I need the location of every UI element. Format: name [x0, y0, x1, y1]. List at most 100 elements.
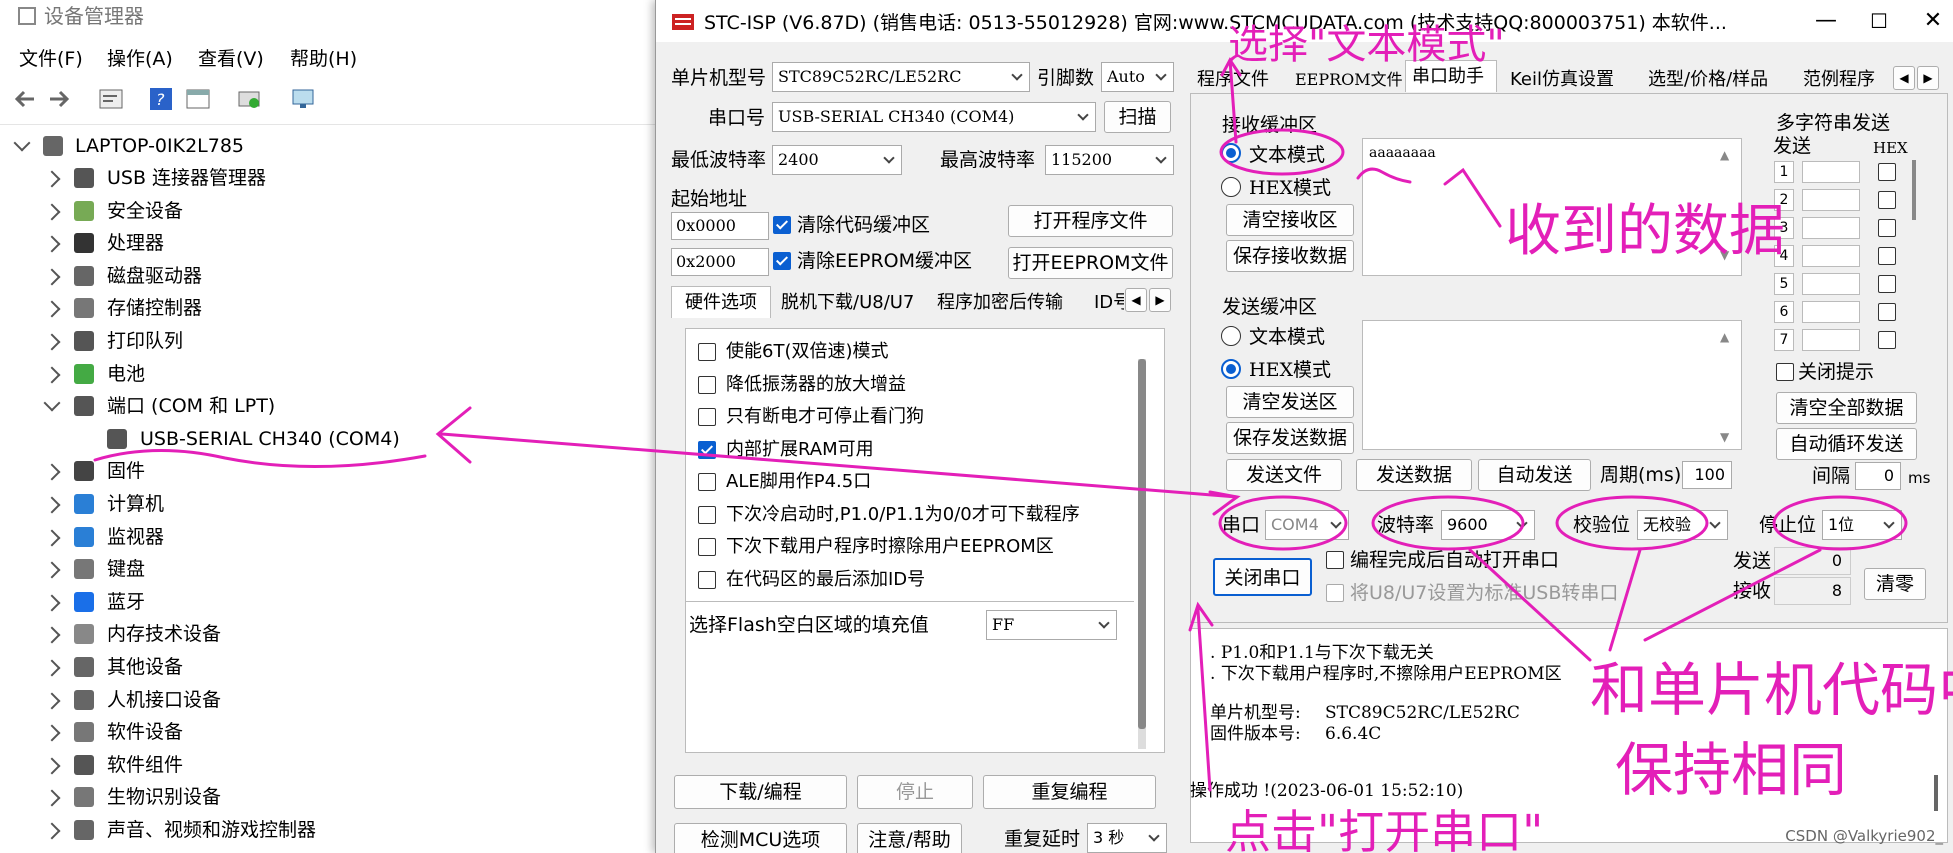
recv-textarea[interactable]: aaaaaaaa: [1362, 138, 1742, 276]
back-arrow-icon[interactable]: [12, 87, 38, 111]
option-checkbox[interactable]: [698, 473, 716, 491]
option-checkbox[interactable]: [698, 538, 716, 556]
interval-input[interactable]: 0: [1855, 462, 1901, 490]
multi-row-hex-checkbox[interactable]: [1878, 191, 1896, 209]
chevron-right-icon[interactable]: [43, 496, 61, 514]
multi-row-input[interactable]: [1802, 329, 1860, 351]
options-scrollbar[interactable]: [1138, 359, 1146, 749]
menu-action[interactable]: 操作(A): [107, 46, 173, 72]
send-textarea[interactable]: [1362, 320, 1742, 450]
save-send-button[interactable]: 保存发送数据: [1226, 422, 1354, 454]
close-window-button[interactable]: ✕: [1913, 6, 1953, 36]
close-port-button[interactable]: 关闭串口: [1213, 558, 1312, 596]
download-program-button[interactable]: 下载/编程: [674, 775, 847, 809]
chevron-right-icon[interactable]: [43, 561, 61, 579]
chevron-right-icon[interactable]: [43, 757, 61, 775]
forward-arrow-icon[interactable]: [46, 87, 72, 111]
multi-row-hex-checkbox[interactable]: [1878, 331, 1896, 349]
tab-keil-settings[interactable]: Keil仿真设置: [1510, 64, 1614, 96]
baud-select[interactable]: 9600: [1441, 510, 1535, 540]
chevron-right-icon[interactable]: [43, 463, 61, 481]
right-tab-scroll-right-button[interactable]: ▶: [1917, 66, 1939, 90]
scan-button[interactable]: 扫描: [1104, 101, 1171, 133]
chevron-right-icon[interactable]: [43, 366, 61, 384]
multi-row-number[interactable]: 1: [1774, 161, 1794, 183]
clear-all-button[interactable]: 清空全部数据: [1776, 392, 1917, 424]
log-scrollbar[interactable]: [1934, 775, 1938, 811]
chevron-right-icon[interactable]: [43, 692, 61, 710]
open-program-button[interactable]: 打开程序文件: [1008, 205, 1173, 237]
usb-serial-checkbox[interactable]: [1326, 584, 1344, 602]
tab-example-programs[interactable]: 范例程序: [1803, 64, 1875, 96]
send-data-button[interactable]: 发送数据: [1356, 459, 1472, 491]
clear-eeprom-checkbox[interactable]: [773, 252, 791, 270]
max-baud-select[interactable]: 115200: [1045, 145, 1174, 175]
multi-row-number[interactable]: 5: [1774, 273, 1794, 295]
right-tab-scroll-left-button[interactable]: ◀: [1893, 66, 1915, 90]
tab-scroll-left-button[interactable]: ◀: [1125, 288, 1147, 312]
parity-select[interactable]: 无校验: [1637, 510, 1728, 540]
option-checkbox[interactable]: [698, 505, 716, 524]
min-baud-select[interactable]: 2400: [772, 145, 902, 175]
option-checkbox[interactable]: [698, 570, 716, 589]
multi-row-number[interactable]: 4: [1774, 245, 1794, 267]
option-checkbox[interactable]: [698, 440, 716, 459]
chevron-right-icon[interactable]: [43, 170, 61, 188]
option-checkbox[interactable]: [698, 408, 716, 426]
period-input[interactable]: 100: [1682, 461, 1732, 489]
multi-row-hex-checkbox[interactable]: [1878, 163, 1896, 181]
menu-file[interactable]: 文件(F): [19, 46, 83, 72]
chevron-right-icon[interactable]: [43, 789, 61, 807]
addr1-input[interactable]: 0x0000: [671, 212, 769, 240]
multi-row-hex-checkbox[interactable]: [1878, 275, 1896, 293]
properties-icon[interactable]: [98, 87, 124, 111]
maximize-button[interactable]: ☐: [1859, 6, 1899, 36]
flash-fill-select[interactable]: FF: [986, 610, 1117, 640]
tab-serial-assistant[interactable]: 串口助手: [1405, 60, 1497, 92]
recv-scrollbar[interactable]: ▲ ▼: [1720, 148, 1734, 264]
send-text-mode-radio[interactable]: [1221, 326, 1241, 346]
tab-selection-price[interactable]: 选型/价格/样品: [1648, 64, 1768, 96]
option-checkbox[interactable]: [698, 375, 716, 394]
chevron-right-icon[interactable]: [43, 529, 61, 547]
port-select[interactable]: USB-SERIAL CH340 (COM4): [772, 102, 1096, 132]
addr2-input[interactable]: 0x2000: [671, 248, 769, 276]
menu-view[interactable]: 查看(V): [198, 46, 264, 72]
chevron-down-icon[interactable]: [43, 394, 61, 412]
help-icon[interactable]: ?: [148, 87, 174, 111]
multi-row-input[interactable]: [1802, 301, 1860, 323]
recv-text-mode-radio[interactable]: [1221, 143, 1241, 163]
tab-scroll-right-button[interactable]: ▶: [1149, 288, 1171, 312]
stop-bits-select[interactable]: 1位: [1822, 510, 1902, 540]
chevron-right-icon[interactable]: [43, 300, 61, 318]
multi-row-number[interactable]: 2: [1774, 189, 1794, 211]
repeat-delay-select[interactable]: 3 秒: [1087, 823, 1167, 853]
tab-id-number[interactable]: ID号: [1094, 287, 1124, 319]
tab-program-file[interactable]: 程序文件: [1197, 64, 1269, 96]
tab-eeprom-file[interactable]: EEPROM文件: [1295, 64, 1403, 96]
multi-row-number[interactable]: 7: [1774, 329, 1794, 351]
chevron-right-icon[interactable]: [43, 724, 61, 742]
option-checkbox[interactable]: [698, 343, 716, 361]
clear-recv-button[interactable]: 清空接收区: [1226, 204, 1354, 236]
multi-row-hex-checkbox[interactable]: [1878, 247, 1896, 265]
help-button[interactable]: 注意/帮助: [857, 823, 962, 853]
update-driver-icon[interactable]: [236, 87, 262, 111]
recv-hex-mode-radio[interactable]: [1221, 177, 1241, 197]
scan-hardware-icon[interactable]: [290, 87, 316, 111]
chevron-right-icon[interactable]: [43, 626, 61, 644]
multi-row-input[interactable]: [1802, 273, 1860, 295]
send-file-button[interactable]: 发送文件: [1226, 459, 1342, 491]
multi-row-number[interactable]: 6: [1774, 301, 1794, 323]
multi-row-input[interactable]: [1802, 189, 1860, 211]
com-select[interactable]: COM4: [1265, 510, 1349, 540]
tab-hardware-options[interactable]: 硬件选项: [671, 286, 771, 318]
chevron-right-icon[interactable]: [43, 659, 61, 677]
clear-send-button[interactable]: 清空发送区: [1226, 386, 1354, 418]
chevron-down-icon[interactable]: [13, 134, 31, 152]
tab-offline-download[interactable]: 脱机下载/U8/U7: [781, 287, 914, 319]
chevron-right-icon[interactable]: [43, 822, 61, 840]
menu-help[interactable]: 帮助(H): [290, 46, 357, 72]
multi-scrollbar[interactable]: [1912, 160, 1916, 220]
multi-row-hex-checkbox[interactable]: [1878, 219, 1896, 237]
